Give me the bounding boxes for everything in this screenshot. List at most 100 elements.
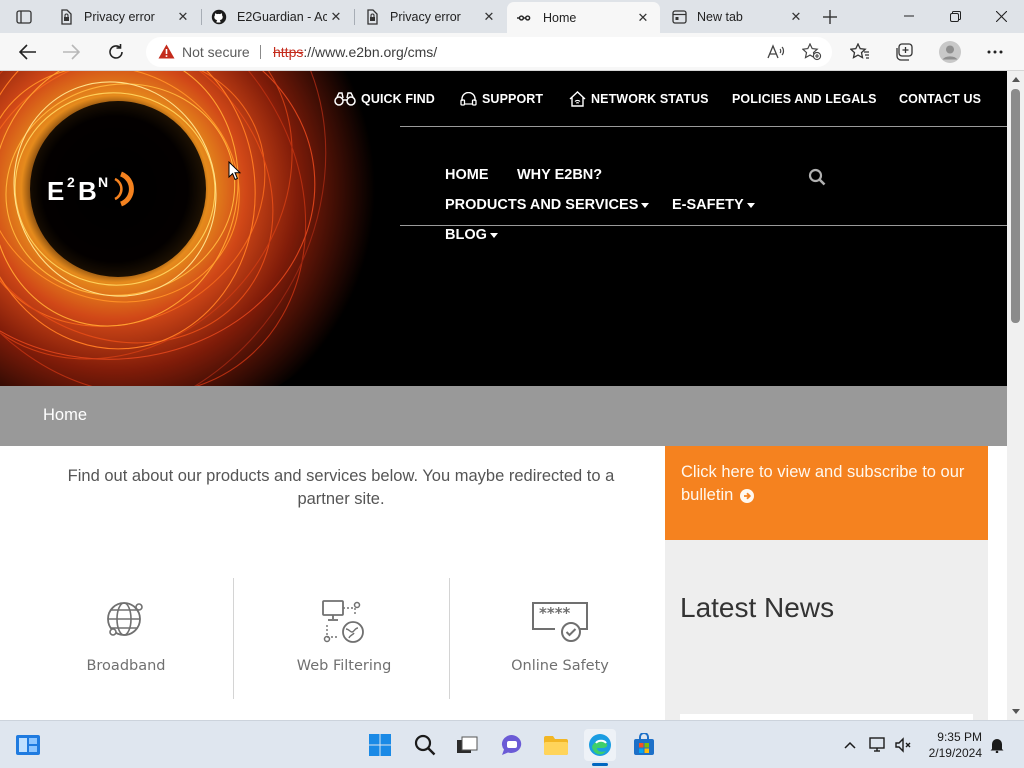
main-nav-home[interactable]: HOME (445, 167, 489, 183)
close-window-button[interactable] (978, 0, 1024, 32)
main-nav-products-and-services[interactable]: PRODUCTS AND SERVICES (445, 197, 650, 213)
top-nav-network-status[interactable]: NETWORK STATUS (569, 90, 709, 108)
mouse-cursor-icon (228, 160, 242, 186)
main-nav-why-e2bn[interactable]: WHY E2BN? (517, 167, 602, 183)
back-arrow-icon (19, 44, 36, 60)
address-bar[interactable]: Not secure https://www.e2bn.org/cms/ (146, 37, 832, 67)
scrollbar-thumb[interactable] (1011, 89, 1020, 323)
svg-text:N: N (98, 174, 108, 190)
close-tab-icon[interactable]: ✕ (327, 8, 345, 26)
svg-text:****: **** (539, 604, 571, 622)
browser-tab[interactable]: Privacy error ✕ (354, 1, 506, 32)
site-header: E 2 B N QUICK FIND SUPPORT NETWORK STATU… (0, 71, 1007, 386)
refresh-icon (109, 44, 123, 59)
minimize-icon (904, 15, 914, 17)
header-divider-bottom (400, 225, 1007, 226)
task-view-icon (457, 736, 478, 753)
browser-tab-active[interactable]: Home ✕ (507, 2, 660, 33)
product-divider (233, 578, 234, 699)
product-online-safety[interactable]: **** Online Safety (452, 579, 668, 699)
url-text[interactable]: https://www.e2bn.org/cms/ (273, 44, 437, 60)
refresh-button[interactable] (101, 37, 131, 67)
top-nav-support[interactable]: SUPPORT (460, 90, 543, 108)
tab-label: E2Guardian - Ac (237, 9, 327, 24)
add-favorite-icon[interactable] (800, 40, 824, 64)
chat-icon (501, 734, 522, 755)
latest-news-title: Latest News (680, 592, 835, 623)
e2bn-logo[interactable]: E 2 B N (47, 165, 157, 213)
product-broadband[interactable]: Broadband (18, 579, 234, 699)
product-web-filtering[interactable]: Web Filtering (236, 579, 452, 699)
settings-more-button[interactable] (980, 37, 1010, 67)
forward-button[interactable] (56, 37, 86, 67)
minimize-button[interactable] (886, 0, 932, 32)
profile-avatar-icon (939, 41, 961, 63)
clock-time: 9:35 PM (937, 730, 982, 744)
tab-actions-icon (16, 9, 32, 24)
main-nav-label: PRODUCTS AND SERVICES (445, 197, 639, 213)
network-home-icon (569, 91, 586, 107)
warning-icon (158, 44, 175, 64)
running-indicator (592, 763, 608, 766)
search-taskbar-button[interactable] (409, 729, 441, 761)
bulletin-subscribe-link[interactable]: Click here to view and subscribe to our … (665, 446, 988, 540)
teams-chat-button[interactable] (496, 729, 528, 761)
widgets-button[interactable] (12, 729, 44, 761)
page-scrollbar[interactable] (1007, 71, 1024, 720)
scroll-up-arrow-icon[interactable] (1011, 75, 1020, 84)
task-view-button[interactable] (451, 729, 483, 761)
address-divider (260, 45, 261, 59)
notifications-button[interactable] (987, 735, 1007, 755)
close-tab-icon[interactable]: ✕ (480, 8, 498, 26)
collections-icon (895, 43, 913, 61)
start-button[interactable] (364, 729, 396, 761)
microsoft-store-button[interactable] (628, 729, 660, 761)
tab-actions-button[interactable] (8, 4, 40, 29)
browser-tab[interactable]: E2Guardian - Ac ✕ (201, 1, 353, 32)
top-nav-label: SUPPORT (482, 92, 544, 106)
read-aloud-icon[interactable] (764, 40, 788, 64)
scroll-down-arrow-icon[interactable] (1011, 707, 1020, 716)
site-search-button[interactable] (806, 166, 828, 188)
close-tab-icon[interactable]: ✕ (174, 8, 192, 26)
dropdown-caret-icon (489, 233, 498, 238)
network-tray-icon[interactable] (868, 735, 888, 755)
top-nav-policies-and-legals[interactable]: POLICIES AND LEGALS (732, 90, 877, 108)
privacy-error-icon (364, 8, 380, 25)
close-tab-icon[interactable]: ✕ (634, 9, 652, 27)
browser-tab[interactable]: Privacy error ✕ (48, 1, 200, 32)
edge-icon (589, 734, 611, 756)
main-nav-e-safety[interactable]: E-SAFETY (672, 197, 755, 213)
top-nav-quick-find[interactable]: QUICK FIND (334, 90, 435, 108)
intro-text: Find out about our products and services… (67, 467, 615, 508)
browser-tab[interactable]: New tab ✕ (661, 1, 813, 32)
main-nav-blog[interactable]: BLOG (445, 227, 498, 243)
close-tab-icon[interactable]: ✕ (787, 8, 805, 26)
system-clock[interactable]: 9:35 PM 2/19/2024 (920, 729, 982, 761)
top-nav-label: POLICIES AND LEGALS (732, 92, 877, 106)
network-monitor-icon (869, 737, 885, 752)
plus-icon (823, 10, 837, 24)
product-label: Online Safety (511, 658, 609, 674)
new-tab-button[interactable] (817, 4, 843, 30)
profile-button[interactable] (935, 37, 965, 67)
breadcrumb-current: Home (43, 406, 88, 424)
main-nav-label: HOME (445, 167, 489, 183)
web-filtering-icon (236, 599, 452, 649)
file-explorer-button[interactable] (540, 729, 572, 761)
restore-button[interactable] (932, 0, 978, 32)
more-dots-icon (987, 50, 1003, 54)
top-nav-contact-us[interactable]: CONTACT US (899, 90, 981, 108)
favorites-button[interactable] (845, 37, 875, 67)
e2bn-logo-image: E 2 B N (47, 171, 134, 207)
show-hidden-icons-button[interactable] (840, 735, 860, 755)
page-viewport: E 2 B N QUICK FIND SUPPORT NETWORK STATU… (0, 71, 1007, 720)
collections-button[interactable] (889, 37, 919, 67)
windows-start-icon (369, 734, 391, 756)
tab-label: Privacy error (84, 9, 155, 24)
volume-tray-icon[interactable] (893, 735, 913, 755)
top-nav-label: NETWORK STATUS (591, 92, 709, 106)
edge-browser-button[interactable] (584, 729, 616, 761)
back-button[interactable] (13, 37, 43, 67)
not-secure-label[interactable]: Not secure (182, 44, 250, 60)
